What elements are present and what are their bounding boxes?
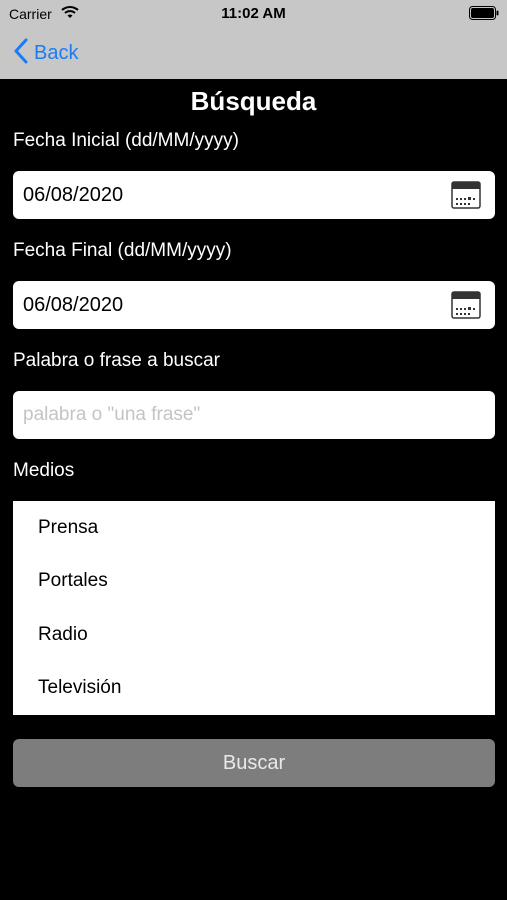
back-button[interactable]: Back <box>14 38 78 68</box>
search-field <box>13 391 495 439</box>
search-label: Palabra o frase a buscar <box>13 350 221 371</box>
media-item-radio[interactable]: Radio <box>13 608 495 662</box>
end-date-label: Fecha Final (dd/MM/yyyy) <box>13 240 232 261</box>
end-date-value: 06/08/2020 <box>23 294 124 316</box>
end-date-field[interactable]: 06/08/2020 <box>13 281 495 329</box>
media-label: Medios <box>13 460 75 481</box>
status-bar: Carrier 11:02 AM <box>0 0 507 28</box>
media-item-prensa[interactable]: Prensa <box>13 501 495 555</box>
chevron-left-icon <box>14 38 28 69</box>
battery-icon <box>469 6 499 25</box>
start-date-label: Fecha Inicial (dd/MM/yyyy) <box>13 130 239 151</box>
status-time: 11:02 AM <box>221 5 286 22</box>
search-input[interactable] <box>13 391 495 439</box>
start-date-value: 06/08/2020 <box>23 184 124 206</box>
navigation-bar: Back <box>0 28 507 79</box>
search-button[interactable]: Buscar <box>13 739 495 787</box>
calendar-icon[interactable] <box>451 180 481 215</box>
media-item-portales[interactable]: Portales <box>13 555 495 609</box>
start-date-field[interactable]: 06/08/2020 <box>13 171 495 219</box>
page-title: Búsqueda <box>190 86 317 116</box>
back-label: Back <box>34 41 79 64</box>
media-list: Prensa Portales Radio Televisión <box>13 501 495 715</box>
calendar-icon[interactable] <box>451 290 481 325</box>
media-item-television[interactable]: Televisión <box>13 662 495 716</box>
